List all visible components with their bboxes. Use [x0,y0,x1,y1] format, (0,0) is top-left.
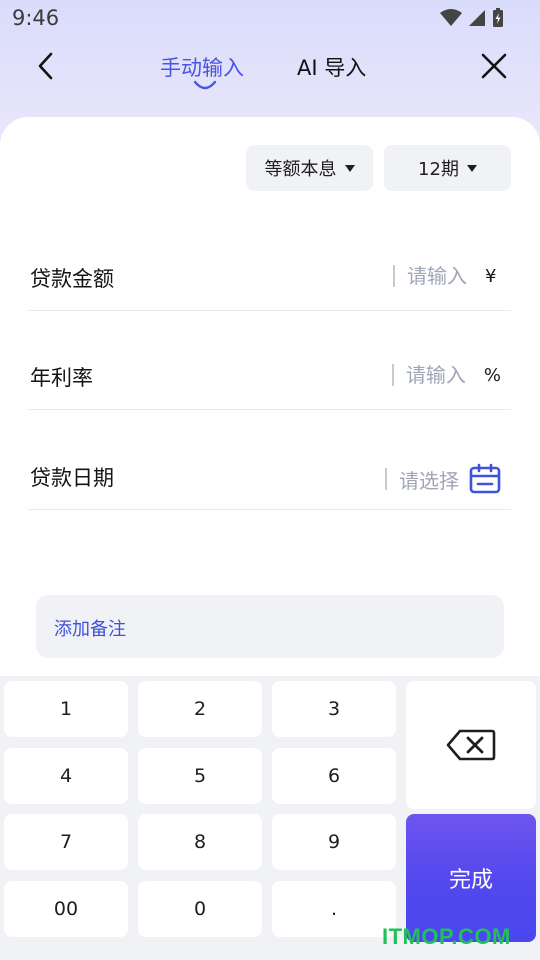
signal-icon [469,10,485,26]
annual-rate-input[interactable] [405,363,478,387]
add-note-label: 添加备注 [54,619,126,640]
status-time: 9:46 [12,6,60,30]
tab-ai-import[interactable]: AI 导入 [297,52,366,82]
field-separator [393,265,395,287]
currency-unit: ¥ [485,265,497,287]
key-5[interactable]: 5 [138,748,262,804]
field-separator [391,364,394,386]
loan-date-label: 贷款日期 [30,466,114,490]
battery-icon [493,8,503,27]
loan-period-value: 12期 [418,159,459,180]
loan-amount-row: 贷款金额 ¥ [28,251,511,311]
watermark: ITMOP.COM [382,924,511,949]
back-button[interactable] [28,48,64,84]
loan-amount-label: 贷款金额 [30,267,114,291]
done-button[interactable]: 完成 [406,814,536,942]
key-8[interactable]: 8 [138,814,262,870]
percent-unit: % [483,364,501,386]
backspace-icon [446,729,496,761]
status-icons [440,8,504,28]
close-button[interactable] [476,48,512,84]
chevron-left-icon [38,52,53,80]
active-tab-indicator [193,80,217,90]
key-decimal[interactable]: . [272,881,396,937]
status-bar: 9:46 [0,0,540,36]
loan-amount-input[interactable] [407,264,479,288]
wifi-icon [440,9,462,26]
key-00[interactable]: 00 [4,881,128,937]
annual-rate-label: 年利率 [30,366,93,390]
calendar-icon[interactable] [469,463,501,495]
key-9[interactable]: 9 [272,814,396,870]
key-6[interactable]: 6 [272,748,396,804]
dropdown-arrow-icon [466,164,477,172]
loan-date-placeholder: 请选择 [399,468,459,493]
backspace-button[interactable] [406,681,536,809]
key-0[interactable]: 0 [138,881,262,937]
nav-bar: 手动输入 AI 导入 [0,36,540,100]
key-2[interactable]: 2 [138,681,262,737]
dropdown-arrow-icon [344,164,355,172]
close-icon [481,53,507,79]
key-4[interactable]: 4 [4,748,128,804]
key-3[interactable]: 3 [272,681,396,737]
annual-rate-row: 年利率 % [28,350,511,410]
loan-date-row: 贷款日期 请选择 [28,450,511,510]
key-7[interactable]: 7 [4,814,128,870]
loan-amount-input-group: ¥ [393,261,501,291]
tab-manual-input[interactable]: 手动输入 [160,52,244,82]
loan-period-dropdown[interactable]: 12期 [384,145,511,191]
field-separator [385,468,387,490]
repayment-method-dropdown[interactable]: 等额本息 [246,145,373,191]
annual-rate-input-group: % [391,360,501,390]
repayment-method-value: 等额本息 [264,159,337,180]
loan-date-picker[interactable]: 请选择 [385,463,501,495]
key-1[interactable]: 1 [4,681,128,737]
add-note-button[interactable]: 添加备注 [36,595,504,658]
